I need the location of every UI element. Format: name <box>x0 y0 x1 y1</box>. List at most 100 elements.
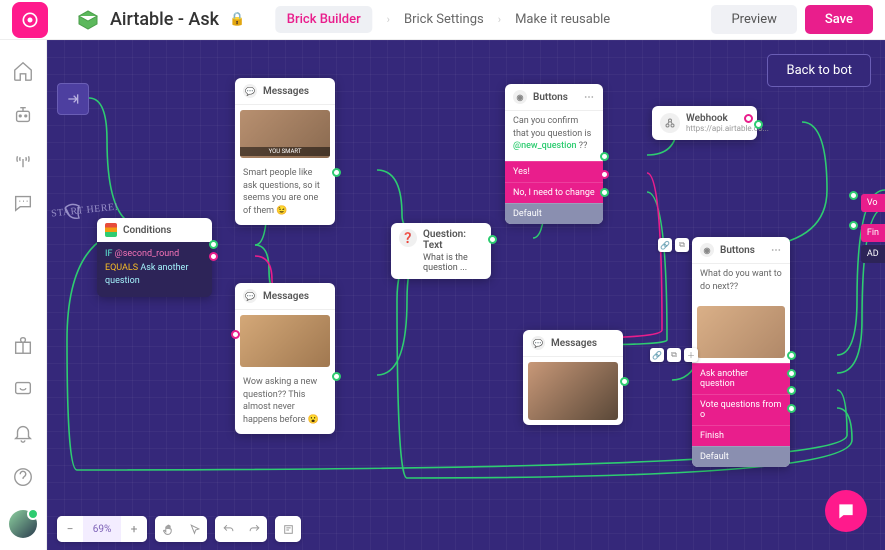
gift-icon[interactable] <box>12 334 34 356</box>
canvas-toolbar: − 69% + <box>57 516 301 542</box>
message-icon: 💬 <box>531 336 545 350</box>
node-buttons-2[interactable]: ◉Buttons⋯ What do you want to do next?? … <box>692 237 790 467</box>
node-title: Messages <box>551 338 597 349</box>
output-port[interactable] <box>787 351 796 360</box>
header-tabs: Brick Builder › Brick Settings › Make it… <box>275 6 610 33</box>
tab-make-reusable[interactable]: Make it reusable <box>515 12 610 27</box>
output-port[interactable] <box>332 372 341 381</box>
output-port[interactable] <box>754 120 763 129</box>
tab-brick-settings[interactable]: Brick Settings <box>404 12 484 27</box>
redo-button[interactable] <box>241 516 267 542</box>
node-image <box>697 306 785 358</box>
node-title: Question: Text <box>423 229 483 251</box>
output-port[interactable] <box>744 114 753 123</box>
output-port[interactable] <box>787 404 796 413</box>
button-option-default[interactable]: Default <box>505 203 603 224</box>
buttons-icon: ◉ <box>513 90 527 104</box>
output-port[interactable] <box>332 168 341 177</box>
user-avatar[interactable] <box>9 510 37 538</box>
undo-button[interactable] <box>215 516 241 542</box>
more-icon[interactable]: ⋯ <box>584 92 595 103</box>
bot-icon[interactable] <box>12 104 34 126</box>
output-port[interactable] <box>488 235 497 244</box>
link-icon[interactable]: 🔗 <box>658 238 672 252</box>
home-icon[interactable] <box>12 60 34 82</box>
node-text: Wow asking a new question?? This almost … <box>235 372 335 434</box>
input-port[interactable] <box>231 330 240 339</box>
button-option-vote[interactable]: Vote questions from o <box>692 394 790 425</box>
offscreen-finish[interactable]: Fin <box>861 224 885 242</box>
node-actions: 🔗 ⧉ ＋ <box>650 348 698 362</box>
node-conditions[interactable]: Conditions IF @second_round EQUALS Ask a… <box>97 218 212 297</box>
offscreen-nodes: Vo Fin AD <box>861 185 885 266</box>
pointer-tool-button[interactable] <box>181 516 207 542</box>
zoom-in-button[interactable]: + <box>121 516 147 542</box>
copy-icon[interactable]: ⧉ <box>667 348 681 362</box>
message-icon: 💬 <box>243 289 257 303</box>
brick-icon <box>76 8 100 32</box>
link-icon[interactable]: 🔗 <box>650 348 664 362</box>
feedback-icon[interactable] <box>12 378 34 400</box>
copy-icon[interactable]: ⧉ <box>675 238 689 252</box>
flow-canvas[interactable]: Back to bot START HERE! 💬Me <box>47 40 885 550</box>
back-to-bot-button[interactable]: Back to bot <box>767 54 871 87</box>
note-button[interactable] <box>275 516 301 542</box>
offscreen-vote[interactable]: Vo <box>861 194 885 212</box>
button-option-default[interactable]: Default <box>692 446 790 467</box>
add-icon[interactable]: ＋ <box>684 348 698 362</box>
button-option-finish[interactable]: Finish <box>692 425 790 446</box>
entry-node[interactable] <box>57 83 89 115</box>
condition-expression: IF @second_round EQUALS Ask another ques… <box>97 242 212 297</box>
node-text: Smart people like ask questions, so it s… <box>235 163 335 225</box>
save-button[interactable]: Save <box>805 5 873 34</box>
node-text: Can you confirm that you question is @ne… <box>505 111 603 161</box>
node-title: Messages <box>263 291 309 302</box>
more-icon[interactable]: ⋯ <box>771 245 782 256</box>
node-question[interactable]: ❓ Question: TextWhat is the question ... <box>391 223 491 279</box>
webhook-icon <box>660 113 680 133</box>
offscreen-add[interactable]: AD <box>861 245 885 263</box>
chat-icon[interactable] <box>12 192 34 214</box>
tab-brick-builder[interactable]: Brick Builder <box>275 6 373 33</box>
question-icon: ❓ <box>399 229 417 247</box>
broadcast-icon[interactable] <box>12 148 34 170</box>
zoom-level[interactable]: 69% <box>83 516 121 542</box>
node-image <box>240 315 330 367</box>
message-icon: 💬 <box>243 84 257 98</box>
hand-tool-button[interactable] <box>155 516 181 542</box>
node-messages-3[interactable]: 💬 Messages <box>523 330 623 425</box>
input-port[interactable] <box>849 191 858 200</box>
output-port[interactable] <box>209 240 218 249</box>
node-image <box>528 362 618 420</box>
node-webhook[interactable]: Webhookhttps://api.airtable.co... <box>652 106 757 140</box>
app-logo[interactable] <box>12 2 48 38</box>
input-port[interactable] <box>849 221 858 230</box>
output-port[interactable] <box>787 369 796 378</box>
output-port[interactable] <box>600 188 609 197</box>
button-option-ask[interactable]: Ask another question <box>692 363 790 394</box>
help-icon[interactable] <box>12 466 34 488</box>
output-port[interactable] <box>600 152 609 161</box>
node-messages-2[interactable]: 💬 Messages Wow asking a new question?? Th… <box>235 283 335 434</box>
node-messages-1[interactable]: 💬Messages YOU SMART Smart people like as… <box>235 78 335 225</box>
node-title: Buttons <box>533 92 568 103</box>
button-option-no[interactable]: No, I need to change <box>505 182 603 203</box>
node-title: Conditions <box>123 225 171 236</box>
output-port-else[interactable] <box>209 252 218 261</box>
output-port[interactable] <box>600 170 609 179</box>
chevron-right-icon: › <box>498 13 501 26</box>
node-buttons-1[interactable]: ◉ Buttons ⋯ Can you confirm that you quest… <box>505 84 603 224</box>
node-title: Buttons <box>720 245 755 256</box>
buttons-icon: ◉ <box>700 243 714 257</box>
chevron-right-icon: › <box>387 13 390 26</box>
bell-icon[interactable] <box>12 422 34 444</box>
node-actions: 🔗 ⧉ <box>658 238 689 252</box>
output-port[interactable] <box>620 377 629 386</box>
button-option-yes[interactable]: Yes! <box>505 161 603 182</box>
output-port[interactable] <box>787 386 796 395</box>
intercom-chat-button[interactable] <box>825 490 867 532</box>
traffic-light-icon <box>105 223 117 237</box>
left-sidebar <box>0 40 47 550</box>
preview-button[interactable]: Preview <box>711 5 796 34</box>
zoom-out-button[interactable]: − <box>57 516 83 542</box>
